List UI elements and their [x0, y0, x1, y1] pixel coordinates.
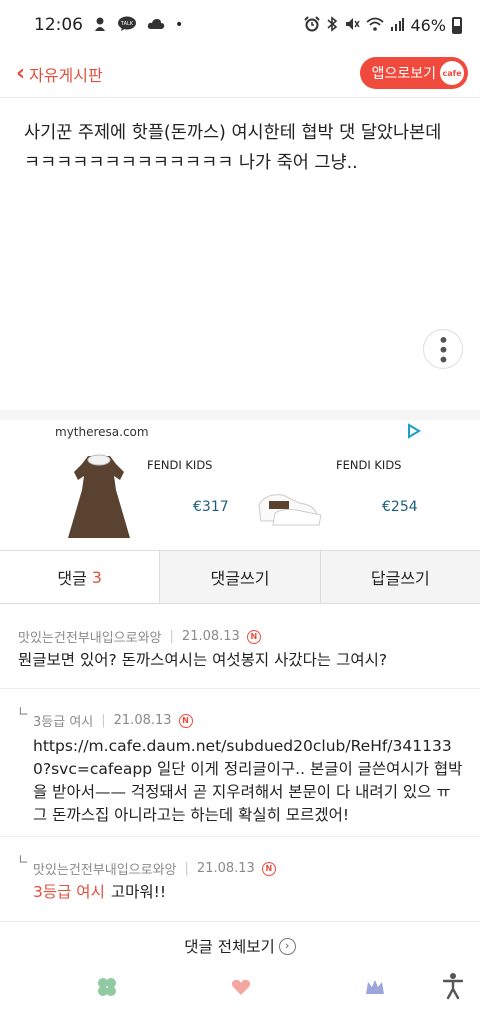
more-options-button[interactable]: ••• [423, 329, 463, 369]
back-button[interactable]: ‹ 자유게시판 [16, 61, 103, 86]
comment-author[interactable]: 3등급 여시 [33, 711, 93, 730]
comment-author[interactable]: 맛있는건전부내입으로와앙 [33, 859, 177, 878]
crown-icon[interactable] [364, 976, 386, 998]
shoes-image[interactable] [255, 485, 325, 527]
comment-author[interactable]: 맛있는건전부내입으로와앙 [18, 627, 162, 646]
comment-count: 3 [91, 567, 102, 587]
cloud-icon [147, 18, 165, 33]
chevron-left-icon: ‹ [16, 61, 26, 86]
open-app-button[interactable]: 앱으로보기 cafe [359, 57, 468, 89]
ad-separator [0, 410, 480, 420]
bottom-bar [0, 968, 480, 1013]
kebab-menu-icon: ••• [431, 334, 455, 364]
chevron-right-icon: › [278, 937, 296, 955]
heart-icon[interactable] [230, 976, 252, 998]
comment-body: 고마워!! [110, 883, 167, 901]
tab-write-comment[interactable]: 댓글쓰기 [159, 551, 320, 603]
tab-write-reply[interactable]: 답글쓰기 [319, 551, 480, 603]
status-bar: 12:06 TALK • 46% [0, 0, 480, 50]
comment-meta: 3등급 여시 | 21.08.13 N [33, 711, 193, 730]
ad-banner[interactable]: mytheresa.com FENDI KIDS €317 FENDI KIDS… [0, 420, 480, 542]
comment-text: https://m.cafe.daum.net/subdued20club/Re… [33, 737, 463, 824]
tab-write-reply-label: 답글쓰기 [370, 569, 430, 588]
mute-icon [344, 16, 361, 35]
comment-date: 21.08.13 [113, 713, 172, 728]
comment-item: 맛있는건전부내입으로와앙 | 21.08.13 N 뭔글보면 있어? 돈까스여시… [0, 605, 480, 689]
tab-write-comment-label: 댓글쓰기 [210, 569, 270, 588]
view-all-comments-label: 댓글 전체보기 [184, 938, 275, 956]
new-badge: N [246, 629, 261, 644]
ad-brand: FENDI KIDS [147, 458, 213, 472]
post-line: ㅋㅋㅋㅋㅋㅋㅋㅋㅋㅋㅋㅋㅋ 나가 죽어 그냥.. [24, 153, 358, 173]
open-app-label: 앱으로보기 [371, 66, 436, 82]
meta-divider: | [101, 713, 106, 728]
dress-image[interactable] [64, 450, 134, 542]
header: ‹ 자유게시판 앱으로보기 cafe [0, 50, 480, 98]
comment-date: 21.08.13 [181, 629, 240, 644]
tab-comments-label: 댓글 [57, 569, 87, 588]
post-body: 사기꾼 주제에 핫플(돈까스) 여시한테 협박 댓 달았나본데 ㅋㅋㅋㅋㅋㅋㅋㅋ… [24, 118, 460, 178]
reply-arrow-icon: ∟ [18, 705, 29, 720]
board-name: 자유게시판 [29, 65, 103, 85]
bluetooth-icon [326, 15, 338, 35]
adchoices-icon[interactable] [406, 423, 422, 443]
comment-date: 21.08.13 [196, 861, 255, 876]
cafe-logo-icon: cafe [440, 61, 464, 85]
meta-divider: | [184, 861, 189, 876]
comment-text: 뭔글보면 있어? 돈까스여시는 여섯봉지 사갔다는 그여시? [18, 651, 388, 669]
ad-price: €317 [193, 499, 229, 515]
comment-tabs: 댓글 3 댓글쓰기 답글쓰기 [0, 550, 480, 604]
status-dot: • [175, 17, 184, 33]
comment-text: 3등급 여시 고마워!! [33, 881, 469, 904]
wifi-icon [366, 17, 385, 34]
new-badge: N [178, 713, 193, 728]
reply-mention[interactable]: 3등급 여시 [33, 883, 105, 901]
reply-arrow-icon: ∟ [18, 853, 29, 868]
clover-icon[interactable] [96, 976, 118, 998]
svg-text:TALK: TALK [120, 21, 134, 27]
view-all-comments-button[interactable]: 댓글 전체보기 › [0, 922, 480, 970]
ad-domain: mytheresa.com [55, 425, 149, 439]
comment-meta: 맛있는건전부내입으로와앙 | 21.08.13 N [33, 859, 276, 878]
alarm-icon [304, 15, 321, 35]
tab-comments[interactable]: 댓글 3 [0, 551, 160, 603]
notification-icon [93, 16, 107, 35]
ad-brand: FENDI KIDS [336, 458, 402, 472]
post-line: 사기꾼 주제에 핫플(돈까스) 여시한테 협박 댓 달았나본데 [24, 123, 442, 143]
comment-meta: 맛있는건전부내입으로와앙 | 21.08.13 N [18, 627, 261, 646]
ad-price: €254 [382, 499, 418, 515]
meta-divider: | [169, 629, 174, 644]
status-time: 12:06 [34, 15, 83, 35]
signal-icon [390, 17, 405, 34]
talk-icon: TALK [117, 16, 137, 35]
reply-item: ∟ 맛있는건전부내입으로와앙 | 21.08.13 N 3등급 여시 고마워!! [0, 837, 480, 922]
battery-icon [452, 16, 462, 34]
reply-item: ∟ 3등급 여시 | 21.08.13 N https://m.cafe.dau… [0, 689, 480, 837]
battery-percent: 46% [410, 15, 446, 35]
new-badge: N [261, 861, 276, 876]
accessibility-icon[interactable] [441, 972, 465, 1000]
